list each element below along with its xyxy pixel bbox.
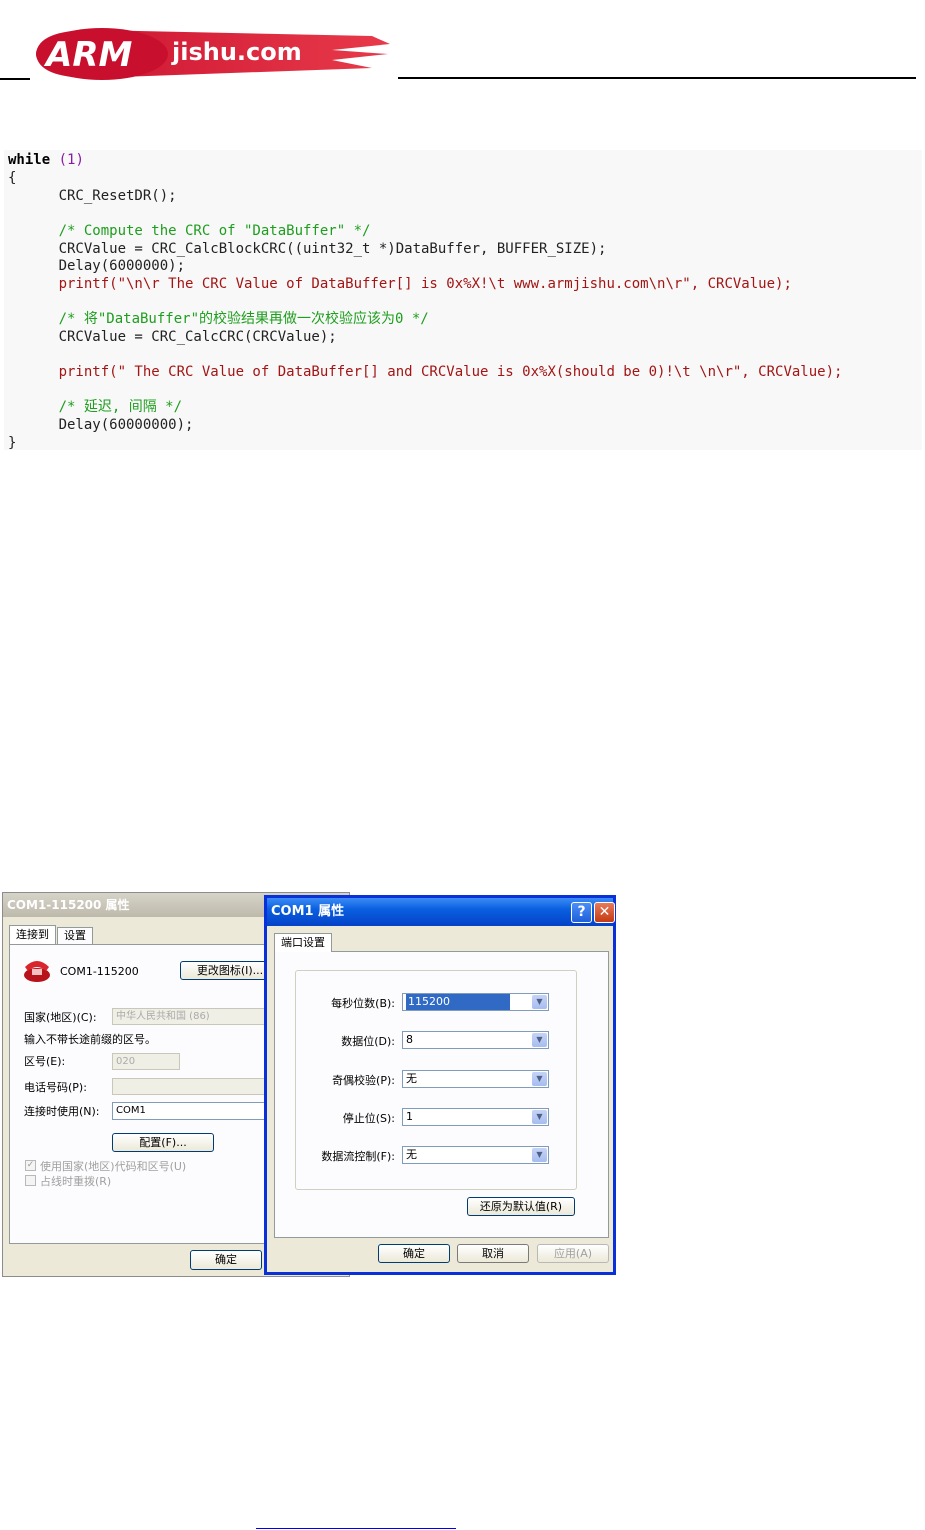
flow-control-value: 无	[406, 1148, 417, 1161]
bits-per-second-value: 115200	[406, 994, 510, 1010]
code-comment: /* 延迟, 间隔 */	[8, 399, 183, 415]
logo-jishu-text: jishu.com	[171, 38, 302, 66]
phone-icon	[24, 961, 50, 982]
chevron-down-icon: ▼	[532, 995, 547, 1009]
restore-defaults-button[interactable]: 还原为默认值(R)	[467, 1197, 575, 1216]
phone-number-label: 电话号码(P):	[24, 1081, 87, 1094]
country-label: 国家(地区)(C):	[24, 1011, 97, 1024]
armjishu-logo: ARM jishu.com	[36, 28, 390, 80]
code-block: while (1) { CRC_ResetDR(); /* Compute th…	[4, 150, 922, 451]
chevron-down-icon: ▼	[532, 1033, 547, 1047]
parity-label: 奇偶校验(P):	[332, 1074, 395, 1087]
data-bits-value: 8	[406, 1033, 413, 1046]
header-rule-right	[398, 77, 916, 79]
country-select[interactable]: 中华人民共和国 (86)	[112, 1008, 282, 1025]
chevron-down-icon: ▼	[532, 1148, 547, 1162]
redial-label: 占线时重拨(R)	[40, 1175, 112, 1188]
code-line: CRC_ResetDR();	[8, 188, 177, 204]
data-bits-select[interactable]: 8 ▼	[402, 1031, 549, 1049]
code-line: Delay(6000000);	[8, 258, 186, 274]
footer-link-underline[interactable]	[256, 1528, 456, 1529]
code-line: while (1)	[8, 152, 84, 168]
connection-name: COM1-115200	[60, 965, 139, 978]
code-line: }	[8, 435, 17, 451]
use-country-code-label: 使用国家(地区)代码和区号(U)	[40, 1160, 187, 1173]
ok-button[interactable]: 确定	[190, 1250, 262, 1270]
parity-select[interactable]: 无 ▼	[402, 1070, 549, 1088]
keyword-while: while	[8, 152, 51, 168]
data-bits-label: 数据位(D):	[341, 1035, 395, 1048]
header-rule-left	[0, 78, 30, 80]
close-button[interactable]: ✕	[594, 902, 615, 923]
bits-per-second-label: 每秒位数(B):	[331, 997, 395, 1010]
phone-number-field[interactable]	[112, 1078, 282, 1095]
port-settings-panel: 每秒位数(B): 115200 ▼ 数据位(D): 8 ▼ 奇偶校验(P): 无…	[274, 951, 609, 1238]
chevron-down-icon: ▼	[532, 1110, 547, 1124]
stop-bits-select[interactable]: 1 ▼	[402, 1108, 549, 1126]
area-code-label: 区号(E):	[24, 1055, 66, 1068]
area-code-field[interactable]: 020	[112, 1053, 180, 1070]
code-line: CRCValue = CRC_CalcBlockCRC((uint32_t *)…	[8, 241, 607, 257]
code-line: {	[8, 170, 17, 186]
connect-using-select[interactable]: COM1	[112, 1102, 282, 1120]
stop-bits-value: 1	[406, 1110, 413, 1123]
code-comment: /* 将"DataBuffer"的校验结果再做一次校验应该为0 */	[8, 311, 429, 327]
apply-button[interactable]: 应用(A)	[537, 1244, 609, 1263]
com1-properties-dialog: COM1 属性 ? ✕ 端口设置 每秒位数(B): 115200 ▼ 数据位(D…	[264, 895, 616, 1275]
flow-control-label: 数据流控制(F):	[321, 1150, 395, 1163]
parity-value: 无	[406, 1072, 417, 1085]
code-line: Delay(60000000);	[8, 417, 194, 433]
stop-bits-label: 停止位(S):	[342, 1112, 395, 1125]
tab-settings[interactable]: 设置	[57, 927, 93, 944]
redial-checkbox[interactable]	[25, 1175, 36, 1186]
code-comment: /* Compute the CRC of "DataBuffer" */	[8, 223, 371, 239]
area-code-hint: 输入不带长途前缀的区号。	[24, 1033, 156, 1046]
tab-port-settings[interactable]: 端口设置	[274, 933, 332, 952]
tab-connect-to[interactable]: 连接到	[9, 925, 56, 944]
help-button[interactable]: ?	[571, 902, 592, 923]
dialog-title: COM1 属性	[267, 898, 613, 926]
code-line: printf(" The CRC Value of DataBuffer[] a…	[8, 364, 843, 380]
connect-using-label: 连接时使用(N):	[24, 1105, 100, 1118]
cancel-button[interactable]: 取消	[457, 1244, 529, 1263]
chevron-down-icon: ▼	[532, 1072, 547, 1086]
configure-button[interactable]: 配置(F)...	[112, 1133, 214, 1152]
bits-per-second-select[interactable]: 115200 ▼	[402, 993, 549, 1011]
use-country-code-checkbox[interactable]: ✓	[25, 1160, 36, 1171]
flow-control-select[interactable]: 无 ▼	[402, 1146, 549, 1164]
ok-button[interactable]: 确定	[378, 1244, 450, 1263]
code-line: printf("\n\r The CRC Value of DataBuffer…	[8, 276, 792, 292]
code-line: CRCValue = CRC_CalcCRC(CRCValue);	[8, 329, 337, 345]
logo-arm-text: ARM	[43, 35, 132, 75]
